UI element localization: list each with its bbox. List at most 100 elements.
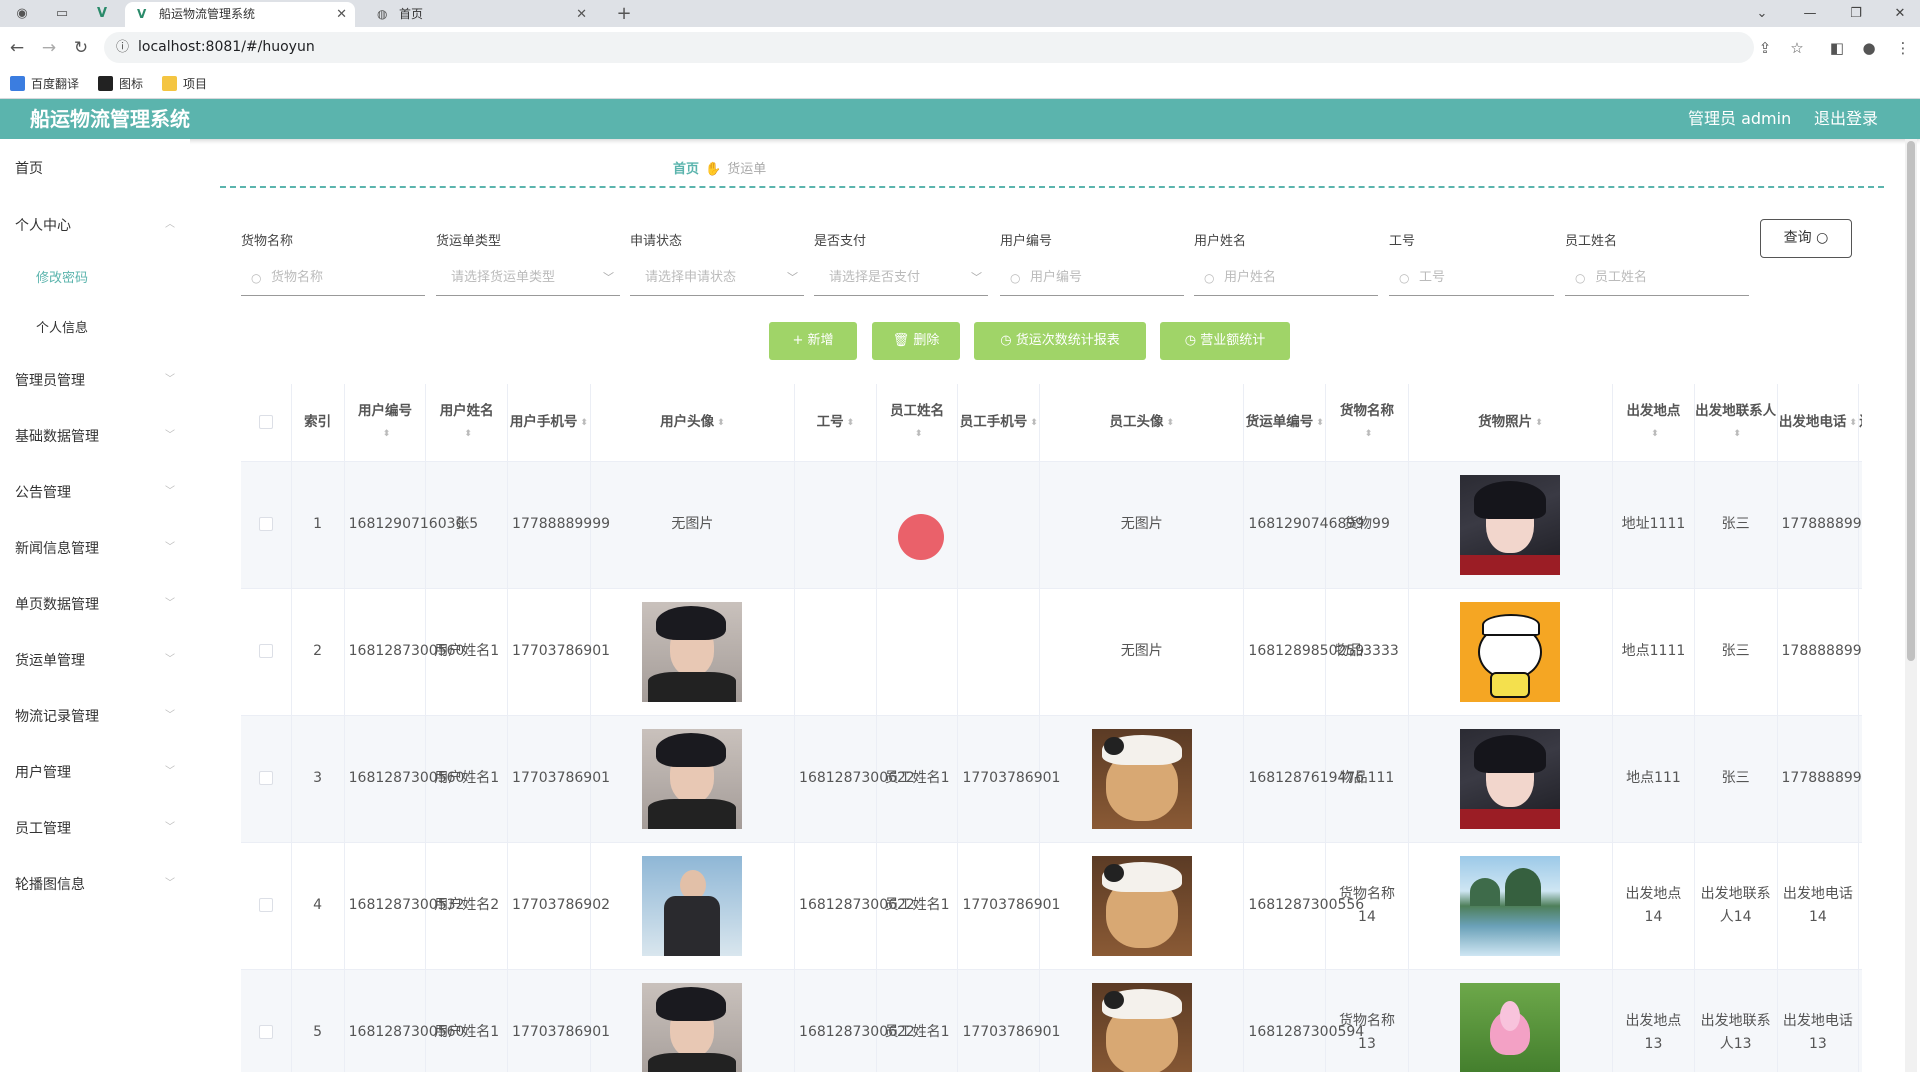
row-select-cell[interactable] xyxy=(241,715,292,843)
user-avatar-image[interactable] xyxy=(642,728,743,829)
sidebar-item-personal-center[interactable]: 个人中心 ︿ xyxy=(15,215,175,235)
waybill-type-select[interactable]: 请选择货运单类型 ﹀ xyxy=(436,262,620,296)
bookmark-icons[interactable]: 图标 xyxy=(98,74,143,94)
add-button[interactable]: + 新增 xyxy=(769,322,857,360)
profile-icon[interactable]: ● xyxy=(1858,37,1880,59)
new-tab-icon[interactable]: + xyxy=(614,4,634,24)
column-header[interactable]: 工号 ⬍ xyxy=(794,384,877,462)
sort-icon[interactable]: ⬍ xyxy=(1316,412,1324,434)
column-header[interactable]: 货物名称 ⬍ xyxy=(1325,384,1409,462)
row-checkbox[interactable] xyxy=(258,644,273,658)
logout-button[interactable]: 退出登录 xyxy=(1814,99,1878,139)
back-icon[interactable]: ← xyxy=(6,37,28,59)
sidebar-item-change-password[interactable]: 修改密码 xyxy=(36,267,88,286)
sort-icon[interactable]: ⬍ xyxy=(717,412,725,434)
sort-icon[interactable]: ⬍ xyxy=(464,423,472,445)
forward-icon[interactable]: → xyxy=(38,37,60,59)
sidebar-item-news[interactable]: 新闻信息管理 ﹀ xyxy=(15,538,175,558)
table-row[interactable]: 3 1681287300560 用户姓名1 17703786901 1681287300… xyxy=(241,715,1862,843)
bookmark-baidu-translate[interactable]: 百度翻译 xyxy=(10,74,79,94)
staff-name-input[interactable]: ○ 员工姓名 xyxy=(1565,262,1749,296)
goods-name-input[interactable]: ○ 货物名称 xyxy=(241,262,425,296)
staff-avatar-image[interactable] xyxy=(1091,982,1192,1072)
row-checkbox[interactable] xyxy=(258,771,273,785)
column-header[interactable]: 用户编号 ⬍ xyxy=(344,384,427,462)
user-avatar-image[interactable] xyxy=(642,601,743,702)
select-all-checkbox[interactable] xyxy=(258,415,273,430)
goods-photo-image[interactable] xyxy=(1460,982,1561,1072)
close-window-icon[interactable]: ✕ xyxy=(1880,0,1920,27)
sidebar-item-admin[interactable]: 管理员管理 ﹀ xyxy=(15,370,175,390)
goods-photo-image[interactable] xyxy=(1460,728,1561,829)
column-header[interactable]: 用户头像 ⬍ xyxy=(590,384,796,462)
column-header[interactable]: 出发地联系人⬍ xyxy=(1694,384,1778,462)
sort-icon[interactable]: ⬍ xyxy=(1365,423,1373,445)
goods-photo-image[interactable] xyxy=(1460,474,1561,575)
goods-photo-image[interactable] xyxy=(1460,601,1561,702)
sidebar-item-waybill[interactable]: 货运单管理 ﹀ xyxy=(15,650,175,670)
column-header[interactable]: 出发地电话 ⬍ xyxy=(1777,384,1860,462)
sort-icon[interactable]: ⬍ xyxy=(915,423,923,445)
query-button[interactable]: 查询 ○ xyxy=(1760,219,1852,258)
sidebar-item-users[interactable]: 用户管理 ﹀ xyxy=(15,762,175,782)
close-icon[interactable]: ✕ xyxy=(576,2,587,27)
info-icon[interactable]: ⓘ xyxy=(116,32,129,63)
row-select-cell[interactable] xyxy=(241,969,292,1072)
sort-icon[interactable]: ⬍ xyxy=(847,412,855,434)
column-header[interactable]: 员工头像 ⬍ xyxy=(1039,384,1245,462)
sort-icon[interactable]: ⬍ xyxy=(580,412,588,434)
paid-select[interactable]: 请选择是否支付 ﹀ xyxy=(814,262,988,296)
sidebar-item-single-page[interactable]: 单页数据管理 ﹀ xyxy=(15,594,175,614)
goods-photo-image[interactable] xyxy=(1460,855,1561,956)
shipping-count-report-button[interactable]: ◷ 货运次数统计报表 xyxy=(974,322,1146,360)
star-icon[interactable]: ☆ xyxy=(1786,37,1808,59)
scrollbar-thumb[interactable] xyxy=(1907,141,1915,661)
column-header[interactable]: 用户姓名 ⬍ xyxy=(425,384,509,462)
delete-button[interactable]: 🗑 删除 xyxy=(872,322,960,360)
tab-active[interactable]: V 船运物流管理系统 ✕ xyxy=(125,2,355,27)
row-checkbox[interactable] xyxy=(258,517,273,531)
bookmark-project[interactable]: 项目 xyxy=(162,74,207,94)
sidebar-item-personal-info[interactable]: 个人信息 xyxy=(36,317,88,336)
chevron-down-icon[interactable]: ⌄ xyxy=(1742,0,1782,27)
column-header[interactable]: 员工姓名 ⬍ xyxy=(876,384,959,462)
row-checkbox[interactable] xyxy=(258,898,273,912)
sort-icon[interactable]: ⬍ xyxy=(1030,412,1038,434)
apply-status-select[interactable]: 请选择申请状态 ﹀ xyxy=(630,262,804,296)
page-scrollbar[interactable] xyxy=(1905,139,1917,1072)
user-id-input[interactable]: ○ 用户编号 xyxy=(1000,262,1184,296)
sidebar-item-carousel[interactable]: 轮播图信息 ﹀ xyxy=(15,874,175,894)
select-all-cell[interactable] xyxy=(241,384,292,462)
sidebar-item-notices[interactable]: 公告管理 ﹀ xyxy=(15,482,175,502)
table-row[interactable]: 2 1681287300560 用户姓名1 17703786901 无图片 1681289… xyxy=(241,588,1862,716)
table-row[interactable]: 1 1681290716036 张5 17788889999 无图片 无图片 1681290… xyxy=(241,461,1862,589)
more-icon[interactable]: ⋮ xyxy=(1892,37,1914,59)
user-name-input[interactable]: ○ 用户姓名 xyxy=(1194,262,1378,296)
sidebar-item-base-data[interactable]: 基础数据管理 ﹀ xyxy=(15,426,175,446)
column-header[interactable]: 货运单编号 ⬍ xyxy=(1243,384,1327,462)
column-header[interactable]: 货物照片 ⬍ xyxy=(1408,384,1614,462)
sort-icon[interactable]: ⬍ xyxy=(1535,412,1543,434)
github-icon[interactable]: ◉ xyxy=(12,4,32,24)
column-header[interactable]: 员工手机号 ⬍ xyxy=(957,384,1041,462)
table-row[interactable]: 5 1681287300560 用户姓名1 17703786901 1681287300… xyxy=(241,969,1862,1072)
staff-id-input[interactable]: ○ 工号 xyxy=(1389,262,1554,296)
sort-icon[interactable]: ⬍ xyxy=(383,423,391,445)
sort-icon[interactable]: ⬍ xyxy=(1849,412,1857,434)
sidepanel-icon[interactable]: ◧ xyxy=(1826,37,1848,59)
sort-icon[interactable]: ⬍ xyxy=(1651,423,1659,445)
sidebar-item-home[interactable]: 首页 xyxy=(15,158,175,178)
row-select-cell[interactable] xyxy=(241,461,292,589)
row-select-cell[interactable] xyxy=(241,842,292,970)
vue-icon[interactable]: V xyxy=(92,4,112,24)
sidebar-item-logistics[interactable]: 物流记录管理 ﹀ xyxy=(15,706,175,726)
reload-icon[interactable]: ↻ xyxy=(70,37,92,59)
row-checkbox[interactable] xyxy=(258,1025,273,1039)
sort-icon[interactable]: ⬍ xyxy=(1733,423,1741,445)
user-avatar-image[interactable] xyxy=(642,855,743,956)
user-avatar-image[interactable] xyxy=(642,982,743,1072)
tab-home[interactable]: ◍ 首页 ✕ xyxy=(365,2,595,27)
column-header[interactable]: 送达 xyxy=(1858,384,1862,462)
url-field[interactable]: ⓘ localhost:8081/#/huoyun xyxy=(104,32,1754,63)
share-icon[interactable]: ⇪ xyxy=(1754,37,1776,59)
